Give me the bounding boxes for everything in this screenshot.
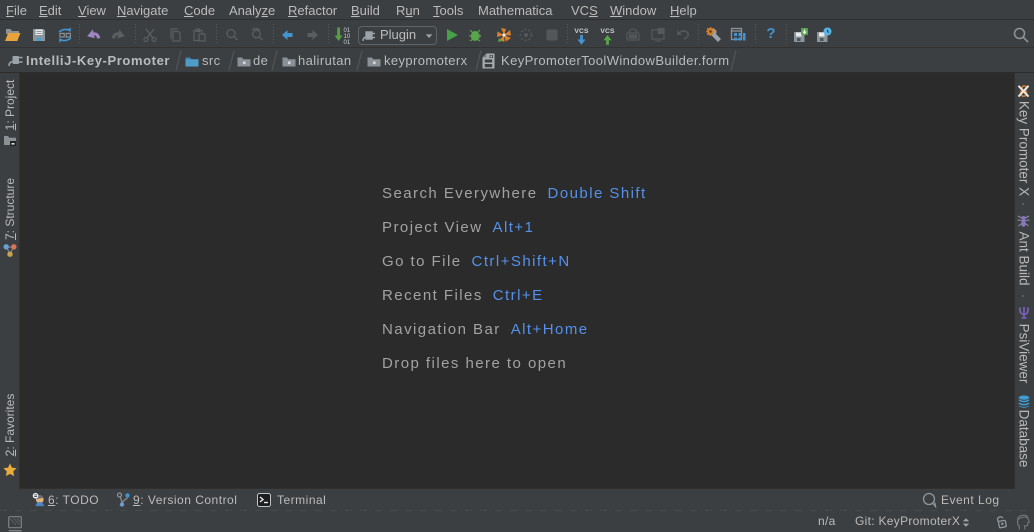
svg-text:VCS: VCS (600, 28, 615, 35)
svg-text:01: 01 (344, 40, 351, 44)
svg-text:VCS: VCS (574, 28, 589, 35)
